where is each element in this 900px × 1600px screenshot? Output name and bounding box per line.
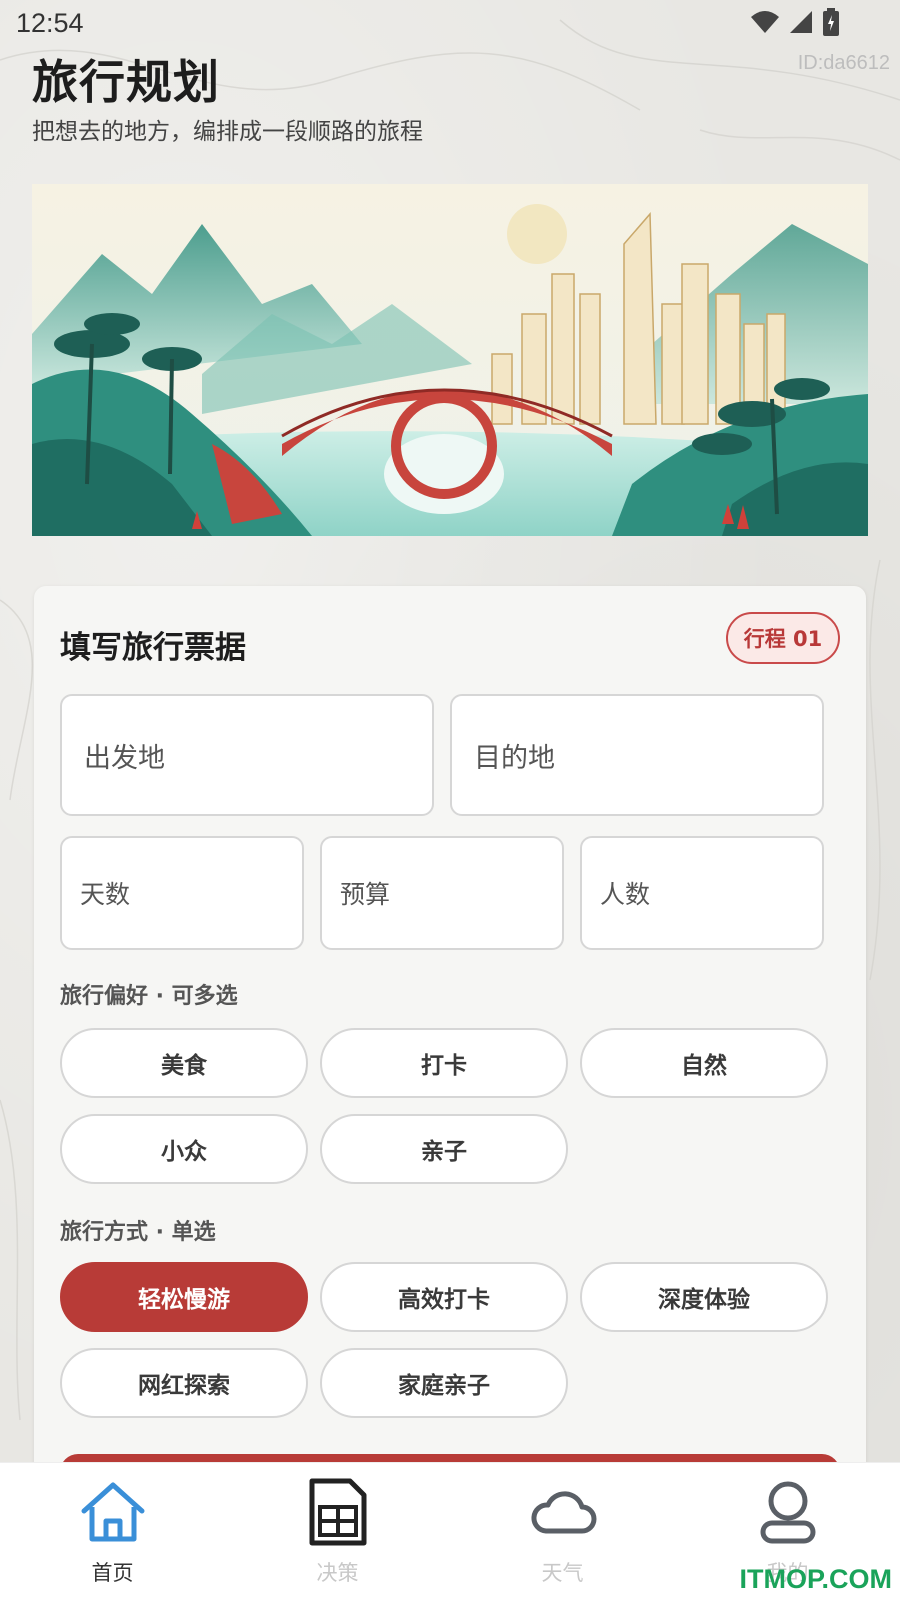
budget-field[interactable]: 预算 xyxy=(320,836,564,950)
mode-chip-efficient[interactable]: 高效打卡 xyxy=(320,1262,568,1332)
nav-label-weather: 天气 xyxy=(541,1561,584,1585)
user-icon xyxy=(760,1481,815,1544)
days-field[interactable]: 天数 xyxy=(60,836,304,950)
preference-chip-checkin[interactable]: 打卡 xyxy=(320,1028,568,1098)
status-time: 12:54 xyxy=(16,8,84,38)
trip-number-badge: 行程 01 xyxy=(726,612,840,664)
decision-sheet-icon xyxy=(309,1478,366,1546)
watermark-text: ITMOP.COM xyxy=(739,1564,892,1594)
preference-chip-food[interactable]: 美食 xyxy=(60,1028,308,1098)
user-id-label: ID:da6612 xyxy=(797,52,890,74)
mode-chip-family[interactable]: 家庭亲子 xyxy=(320,1348,568,1418)
mode-chip-trending[interactable]: 网红探索 xyxy=(60,1348,308,1418)
preference-chip-niche[interactable]: 小众 xyxy=(60,1114,308,1184)
page-title: 旅行规划 xyxy=(32,55,220,109)
preference-chip-family[interactable]: 亲子 xyxy=(320,1114,568,1184)
hero-banner-image xyxy=(32,184,868,536)
status-bar: 12:54 xyxy=(0,0,900,48)
people-field[interactable]: 人数 xyxy=(580,836,824,950)
origin-field[interactable]: 出发地 xyxy=(60,694,434,816)
signal-icon xyxy=(790,11,812,33)
battery-icon xyxy=(823,8,839,36)
nav-item-weather[interactable]: 天气 xyxy=(450,1463,675,1600)
cloud-icon xyxy=(531,1491,596,1534)
nav-label-decision: 决策 xyxy=(316,1561,359,1585)
page-subtitle: 把想去的地方，编排成一段顺路的旅程 xyxy=(32,119,423,145)
mode-chip-relaxed[interactable]: 轻松慢游 xyxy=(60,1262,308,1332)
mode-chip-deep[interactable]: 深度体验 xyxy=(580,1262,828,1332)
nav-label-home: 首页 xyxy=(91,1561,134,1585)
travel-mode-label: 旅行方式 · 单选 xyxy=(60,1220,216,1245)
preference-chip-nature[interactable]: 自然 xyxy=(580,1028,828,1098)
preferences-label: 旅行偏好 · 可多选 xyxy=(60,984,238,1009)
nav-item-home[interactable]: 首页 xyxy=(0,1463,225,1600)
destination-field[interactable]: 目的地 xyxy=(450,694,824,816)
nav-item-decision[interactable]: 决策 xyxy=(225,1463,450,1600)
status-icons xyxy=(750,8,840,36)
wifi-icon xyxy=(751,11,779,33)
trip-form-card: 填写旅行票据 行程 01 出发地 目的地 天数 预算 人数 旅行偏好 · 可多选… xyxy=(34,586,866,1586)
home-icon xyxy=(81,1482,144,1542)
form-title: 填写旅行票据 xyxy=(60,630,246,666)
